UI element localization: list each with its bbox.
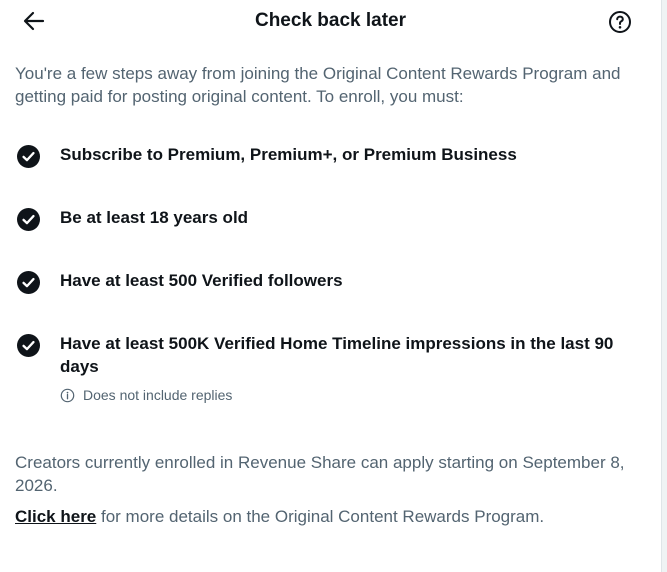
check-circle-icon [17, 145, 40, 168]
info-circle-icon [60, 388, 75, 402]
revenue-share-text: Creators currently enrolled in Revenue S… [15, 453, 625, 495]
requirement-label: Have at least 500 Verified followers [60, 271, 343, 290]
note-text: Does not include replies [83, 387, 233, 403]
check-circle-icon [17, 208, 40, 231]
page: Check back later You're a few steps away… [0, 0, 667, 572]
requirement-note: Does not include replies [60, 386, 232, 404]
click-here-link[interactable]: Click here [15, 507, 96, 526]
requirement-label: Be at least 18 years old [60, 208, 249, 227]
scrollbar-track[interactable] [661, 0, 667, 572]
page-title: Check back later [254, 10, 407, 31]
details-text: Click here for more details on the Origi… [15, 505, 645, 528]
intro-text: You're a few steps away from joining the… [15, 64, 621, 106]
question-circle-icon [609, 11, 631, 33]
details-suffix: for more details on the Original Content… [96, 507, 545, 526]
requirement-label: Have at least 500K Verified Home Timelin… [60, 334, 614, 376]
header: Check back later [0, 0, 661, 42]
check-circle-icon [17, 334, 40, 357]
check-circle-icon [17, 271, 40, 294]
help-button[interactable] [604, 8, 636, 36]
requirement-label: Subscribe to Premium, Premium+, or Premi… [60, 145, 517, 164]
